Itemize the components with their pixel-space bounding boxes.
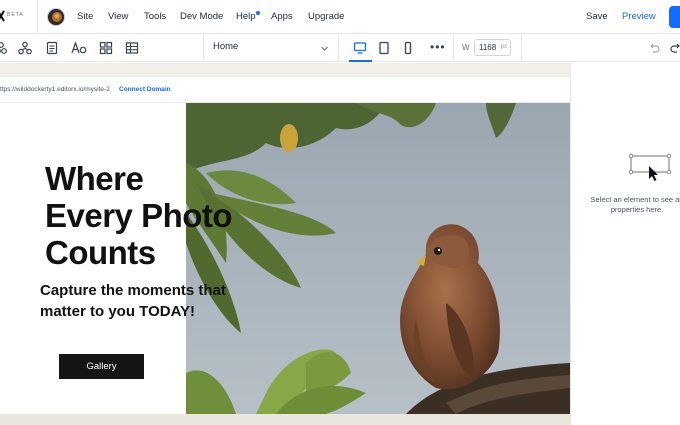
menu-dev-mode[interactable]: Dev Mode bbox=[180, 0, 223, 34]
add-element-icon[interactable] bbox=[0, 41, 8, 55]
more-icon[interactable]: ••• bbox=[430, 40, 446, 54]
preview-button[interactable]: Preview bbox=[622, 0, 656, 34]
tablet-icon[interactable] bbox=[377, 41, 391, 55]
menu-site[interactable]: Site bbox=[77, 0, 93, 34]
editor-toolbar: Home ••• W 1168 px bbox=[0, 34, 680, 62]
menu-apps[interactable]: Apps bbox=[271, 0, 293, 34]
inspector-empty-message: Select an element to see an properties h… bbox=[590, 195, 680, 214]
headline-line: Every Photo bbox=[45, 197, 233, 234]
components-icon[interactable] bbox=[18, 41, 32, 55]
apps-icon[interactable] bbox=[99, 41, 113, 55]
menu-view[interactable]: View bbox=[108, 0, 128, 34]
help-notification-dot bbox=[256, 11, 260, 15]
redo-icon[interactable] bbox=[669, 41, 680, 55]
select-element-illustration-icon bbox=[629, 153, 672, 181]
site-avatar-image bbox=[48, 9, 64, 25]
hero-subheadline[interactable]: Capture the moments that matter to you T… bbox=[40, 280, 270, 322]
desktop-icon[interactable] bbox=[353, 41, 367, 55]
top-bar: BETA Site View Tools Dev Mode Help Apps … bbox=[0, 0, 680, 34]
width-unit: px bbox=[500, 44, 507, 50]
toolbar-divider bbox=[453, 34, 454, 62]
site-url-bar: ttps://wilddockerty1.editorx.io/mysite-2… bbox=[0, 77, 570, 103]
hero-headline[interactable]: Where Every Photo Counts bbox=[45, 160, 285, 271]
inspector-panel: Select an element to see an properties h… bbox=[570, 63, 680, 425]
width-label: W bbox=[462, 43, 470, 52]
page-selector[interactable]: Home bbox=[213, 41, 238, 52]
toolbar-divider bbox=[203, 34, 204, 62]
chevron-down-icon[interactable] bbox=[320, 44, 329, 53]
device-active-indicator bbox=[349, 60, 372, 62]
mobile-icon[interactable] bbox=[401, 41, 415, 55]
connect-domain-link[interactable]: Connect Domain bbox=[119, 86, 171, 93]
toolbar-divider bbox=[521, 34, 522, 62]
publish-button[interactable] bbox=[669, 6, 680, 28]
headline-line: Counts bbox=[45, 234, 156, 271]
next-section-strip bbox=[0, 414, 570, 425]
subheadline-line: matter to you TODAY! bbox=[40, 303, 196, 320]
site-url: ttps://wilddockerty1.editorx.io/mysite-2 bbox=[0, 86, 110, 93]
width-input[interactable]: 1168 px bbox=[474, 39, 511, 56]
menu-tools[interactable]: Tools bbox=[144, 0, 166, 34]
site-avatar[interactable] bbox=[47, 8, 65, 26]
menu-help[interactable]: Help bbox=[236, 0, 256, 34]
cms-table-icon[interactable] bbox=[125, 41, 139, 55]
subheadline-line: Capture the moments that bbox=[40, 282, 226, 299]
width-value: 1168 bbox=[479, 43, 497, 52]
pages-icon[interactable] bbox=[45, 41, 59, 55]
brand-area[interactable]: BETA bbox=[0, 0, 38, 34]
menu-upgrade[interactable]: Upgrade bbox=[308, 0, 344, 34]
cursor-icon bbox=[649, 166, 658, 181]
brand-logo-icon bbox=[0, 10, 5, 22]
headline-line: Where bbox=[45, 160, 144, 197]
toolbar-divider bbox=[338, 34, 339, 62]
text-theme-icon[interactable] bbox=[71, 41, 87, 55]
gallery-button[interactable]: Gallery bbox=[59, 354, 144, 379]
save-button[interactable]: Save bbox=[586, 0, 608, 34]
beta-badge: BETA bbox=[7, 12, 24, 18]
undo-icon[interactable] bbox=[647, 41, 661, 55]
